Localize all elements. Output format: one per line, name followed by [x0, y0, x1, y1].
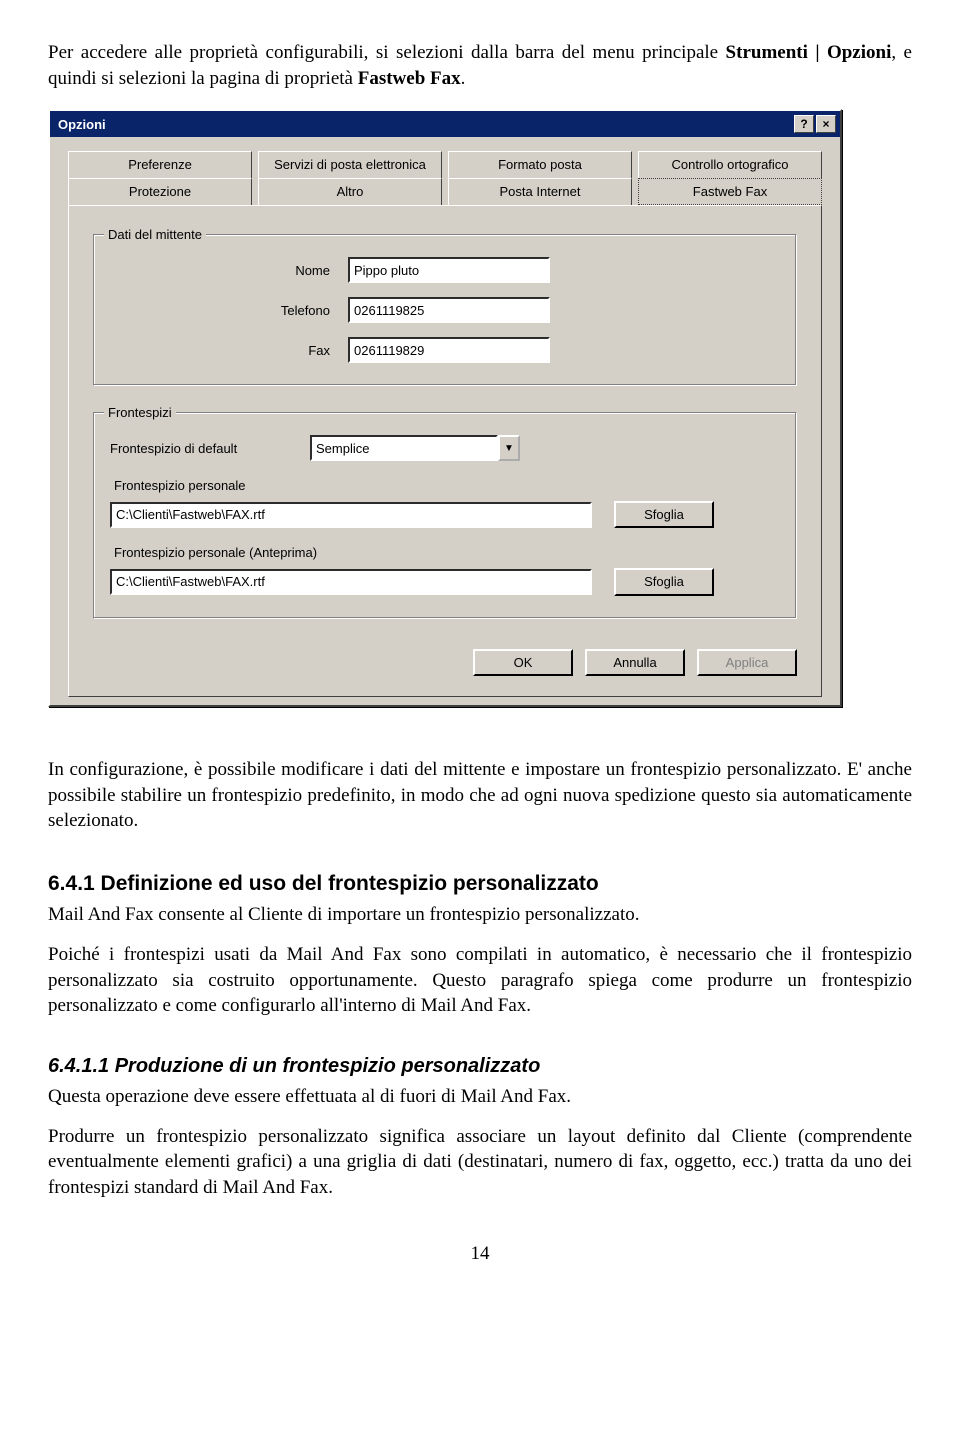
default-front-label: Frontespizio di default [110, 440, 310, 458]
tab-altro[interactable]: Altro [258, 178, 442, 206]
heading-641: 6.4.1 Definizione ed uso del frontespizi… [48, 870, 912, 898]
group-frontespizi: Frontespizi Frontespizio di default ▼ Fr… [93, 412, 797, 618]
browse-preview-button[interactable]: Sfoglia [614, 568, 714, 596]
help-button[interactable]: ? [794, 115, 814, 133]
tab-servizi-posta[interactable]: Servizi di posta elettronica [258, 151, 442, 178]
tab-panel: Dati del mittente Nome Telefono Fax Fron… [68, 205, 822, 697]
heading-6411: 6.4.1.1 Produzione di un frontespizio pe… [48, 1053, 912, 1080]
intro-bold-2: Fastweb Fax [358, 68, 461, 89]
help-icon: ? [800, 118, 807, 130]
close-button[interactable]: × [816, 115, 836, 133]
phone-label: Telefono [110, 302, 348, 320]
ok-button[interactable]: OK [473, 649, 573, 677]
p-641-2: Poiché i frontespizi usati da Mail And F… [48, 942, 912, 1019]
apply-button: Applica [697, 649, 797, 677]
tab-formato-posta[interactable]: Formato posta [448, 151, 632, 178]
tab-strip: Protezione Altro Posta Internet Fastweb … [68, 151, 822, 205]
personal-front-label: Frontespizio personale [114, 477, 780, 495]
p-6411-1: Questa operazione deve essere effettuata… [48, 1084, 912, 1110]
name-label: Nome [110, 262, 348, 280]
chevron-down-icon[interactable]: ▼ [498, 435, 520, 461]
name-input[interactable] [348, 257, 550, 283]
cancel-button[interactable]: Annulla [585, 649, 685, 677]
preview-front-label: Frontespizio personale (Anteprima) [114, 544, 780, 562]
preview-front-path[interactable] [110, 569, 592, 595]
config-paragraph: In configurazione, è possibile modificar… [48, 757, 912, 834]
intro-text-3: . [461, 68, 466, 89]
p-641-1: Mail And Fax consente al Cliente di impo… [48, 902, 912, 928]
options-dialog: Opzioni ? × Protezione Altro Posta Inter… [48, 109, 842, 707]
group-sender-legend: Dati del mittente [104, 226, 206, 244]
default-front-combo[interactable]: ▼ [310, 435, 520, 461]
tab-fastweb-fax[interactable]: Fastweb Fax [638, 178, 822, 206]
p-6411-2: Produrre un frontespizio personalizzato … [48, 1124, 912, 1201]
fax-input[interactable] [348, 337, 550, 363]
tab-posta-internet[interactable]: Posta Internet [448, 178, 632, 206]
fax-label: Fax [110, 342, 348, 360]
tab-controllo-ortografico[interactable]: Controllo ortografico [638, 151, 822, 178]
phone-input[interactable] [348, 297, 550, 323]
dialog-buttons: OK Annulla Applica [93, 645, 797, 679]
tab-preferenze[interactable]: Preferenze [68, 151, 252, 178]
default-front-value[interactable] [310, 435, 498, 461]
titlebar: Opzioni ? × [50, 111, 840, 137]
intro-text-1: Per accedere alle proprietà configurabil… [48, 42, 726, 63]
intro-paragraph: Per accedere alle proprietà configurabil… [48, 40, 912, 91]
personal-front-path[interactable] [110, 502, 592, 528]
group-sender: Dati del mittente Nome Telefono Fax [93, 234, 797, 386]
tab-protezione[interactable]: Protezione [68, 178, 252, 206]
group-frontespizi-legend: Frontespizi [104, 404, 176, 422]
browse-personal-button[interactable]: Sfoglia [614, 501, 714, 529]
close-icon: × [822, 118, 829, 130]
dialog-title: Opzioni [58, 116, 106, 134]
page-number: 14 [48, 1241, 912, 1267]
intro-bold-1: Strumenti | Opzioni [726, 42, 892, 63]
